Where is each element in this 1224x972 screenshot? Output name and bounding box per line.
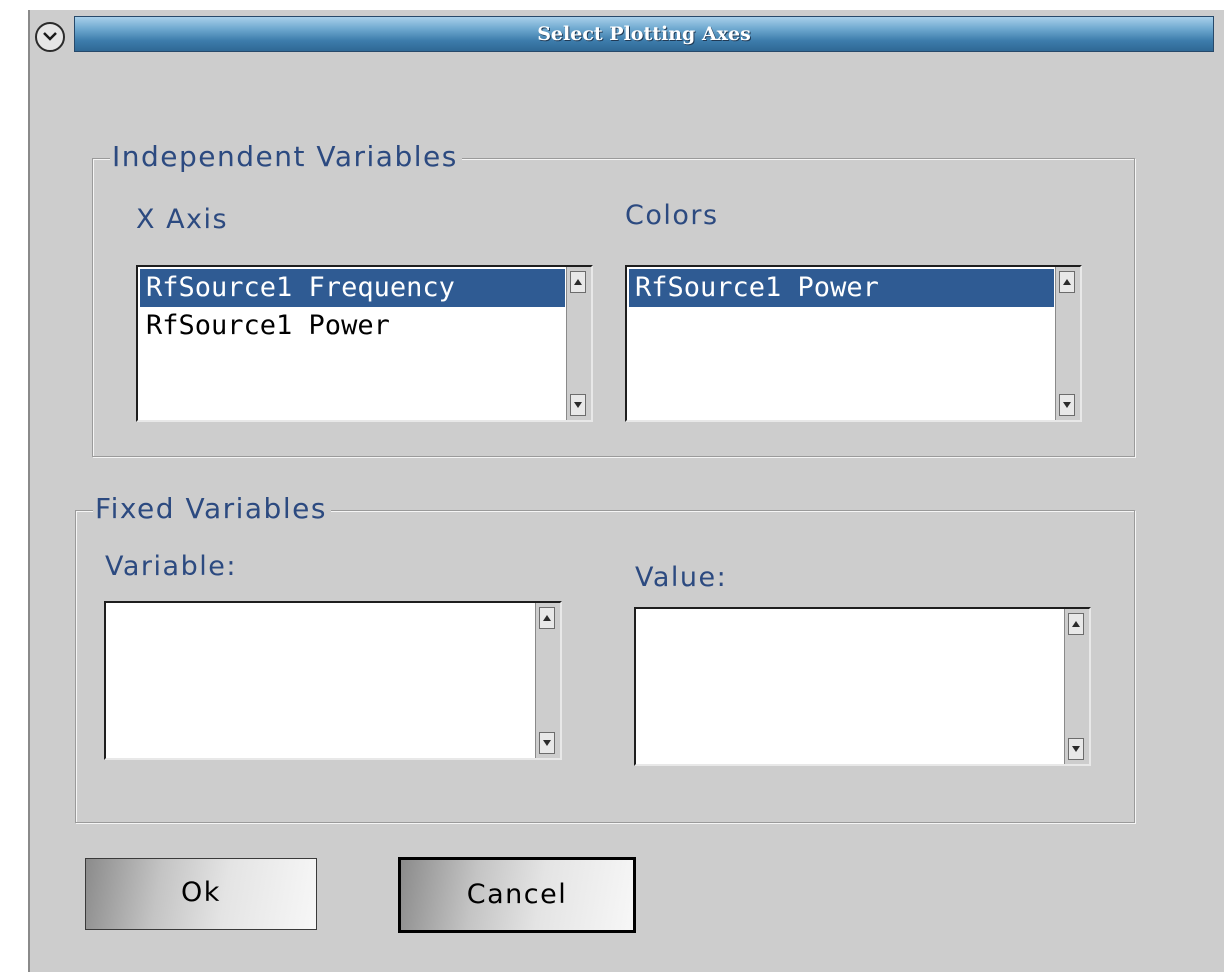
colors-scrollbar[interactable] [1055, 267, 1080, 420]
list-item[interactable]: RfSource1 Power [140, 307, 565, 345]
colors-label: Colors [625, 200, 719, 231]
variable-label: Variable: [105, 551, 237, 582]
scroll-down-button[interactable] [539, 732, 555, 754]
x-axis-listbox[interactable]: RfSource1 Frequency RfSource1 Power [136, 265, 593, 422]
scroll-up-button[interactable] [1068, 613, 1084, 635]
list-item[interactable]: RfSource1 Frequency [140, 269, 565, 307]
window-menu-button[interactable] [35, 22, 65, 52]
arrow-up-icon [574, 279, 582, 285]
variable-listbox[interactable] [104, 601, 562, 760]
title-bar[interactable]: Select Plotting Axes [74, 16, 1214, 52]
scroll-down-button[interactable] [1059, 394, 1075, 416]
value-listbox[interactable] [634, 607, 1091, 766]
arrow-up-icon [543, 615, 551, 621]
value-label: Value: [635, 562, 728, 593]
arrow-up-icon [1072, 621, 1080, 627]
scroll-down-button[interactable] [1068, 738, 1084, 760]
independent-variables-title: Independent Variables [110, 141, 462, 173]
arrow-down-icon [1072, 746, 1080, 752]
x-axis-scrollbar[interactable] [566, 267, 591, 420]
chevron-down-icon [43, 32, 57, 41]
value-scrollbar[interactable] [1064, 609, 1089, 764]
scroll-up-button[interactable] [1059, 271, 1075, 293]
arrow-down-icon [1063, 402, 1071, 408]
list-item[interactable]: RfSource1 Power [629, 269, 1054, 307]
ok-button[interactable]: Ok [85, 858, 317, 930]
cancel-button[interactable]: Cancel [398, 857, 636, 933]
colors-listbox[interactable]: RfSource1 Power [625, 265, 1082, 422]
arrow-down-icon [543, 740, 551, 746]
arrow-up-icon [1063, 279, 1071, 285]
arrow-down-icon [574, 402, 582, 408]
scroll-down-button[interactable] [570, 394, 586, 416]
fixed-variables-title: Fixed Variables [93, 493, 331, 525]
window-title: Select Plotting Axes [537, 23, 751, 45]
scroll-up-button[interactable] [570, 271, 586, 293]
scroll-up-button[interactable] [539, 607, 555, 629]
x-axis-label: X Axis [136, 204, 229, 235]
variable-scrollbar[interactable] [535, 603, 560, 758]
